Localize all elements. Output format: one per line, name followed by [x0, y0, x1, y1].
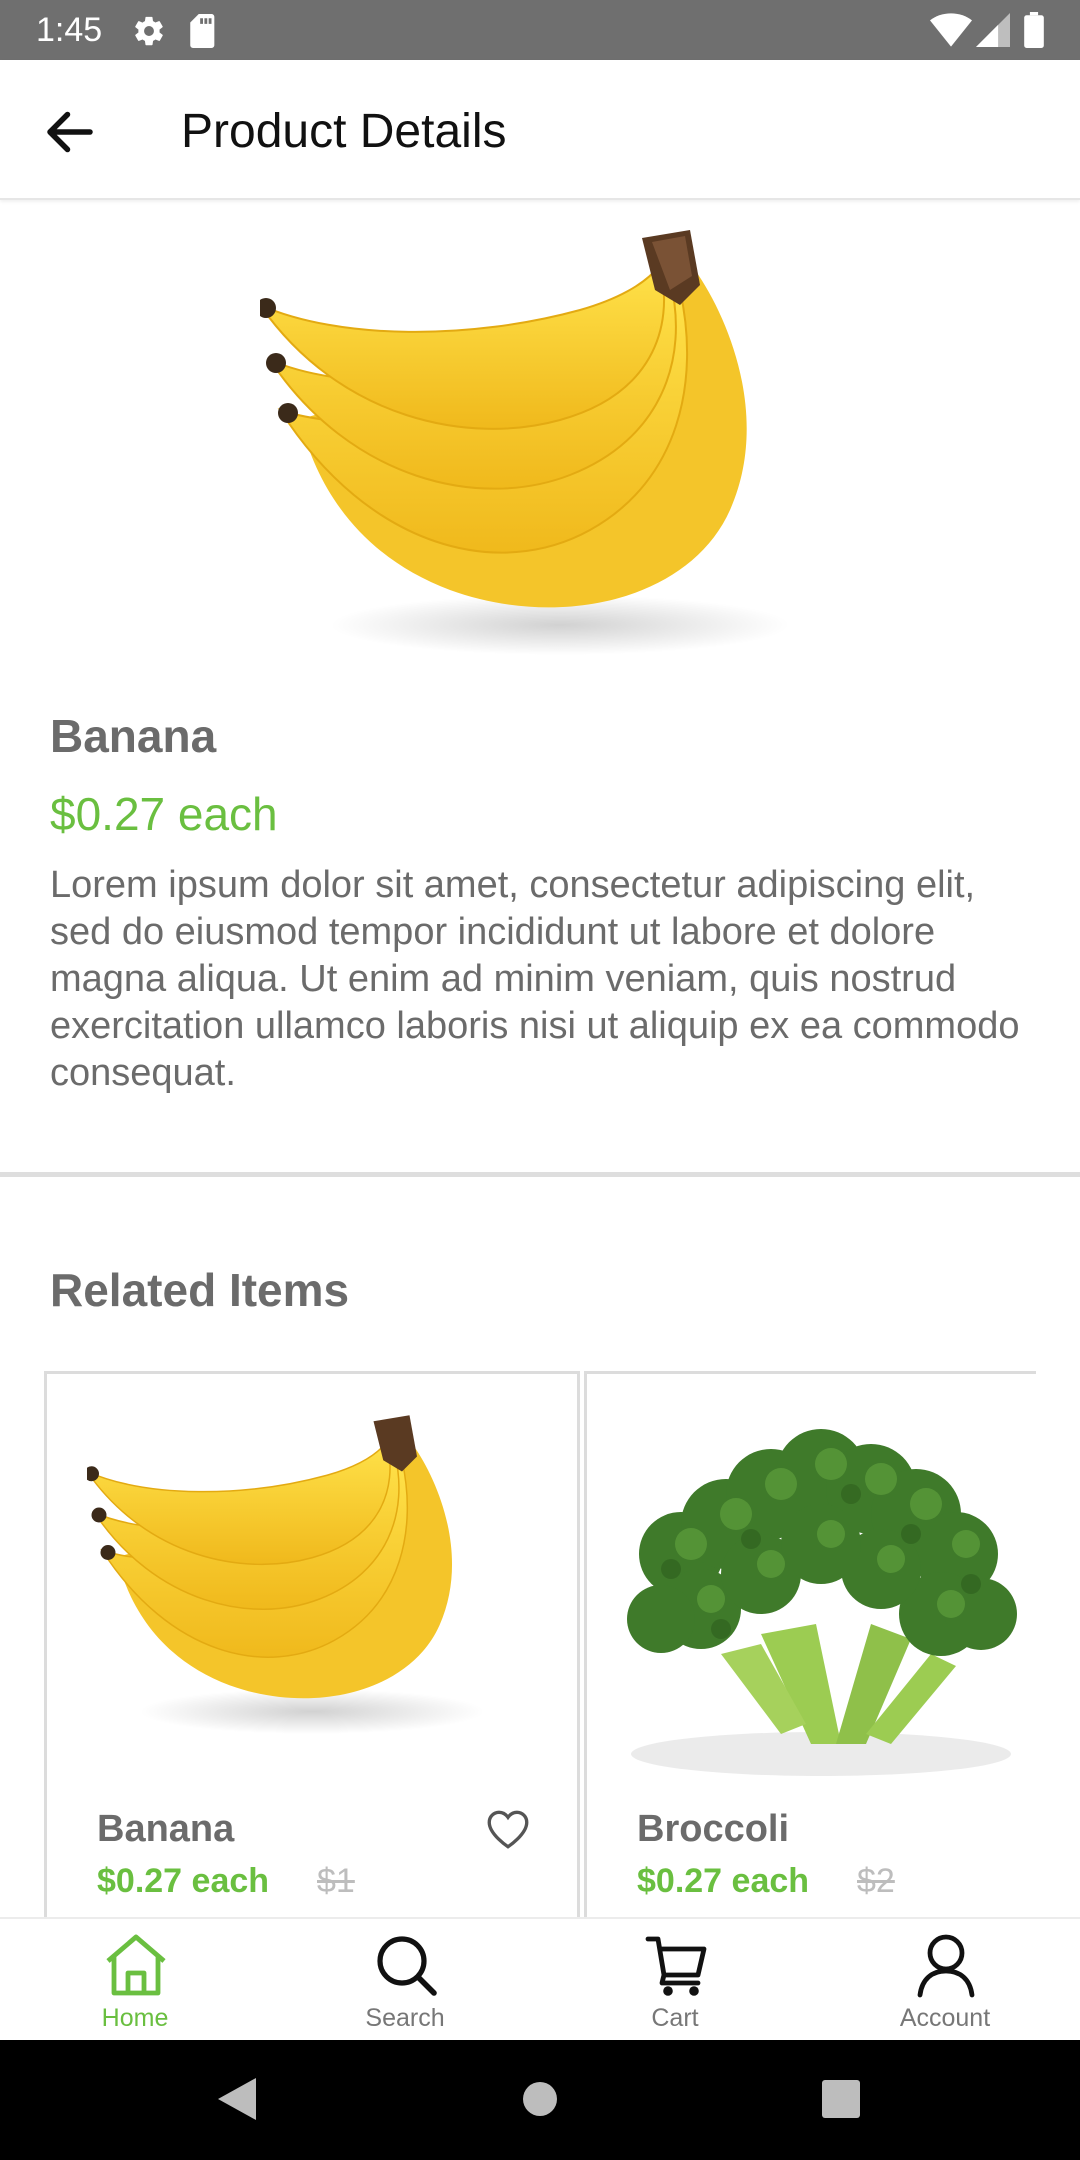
- system-back-button[interactable]: [218, 2078, 256, 2125]
- signal-icon: [976, 12, 1010, 53]
- bottom-navigation: Home Search Cart Account: [0, 1917, 1080, 2040]
- product-description: Lorem ipsum dolor sit amet, consectetur …: [50, 864, 1020, 1094]
- product-card-name: Banana: [97, 1808, 235, 1850]
- product-card-broccoli[interactable]: Broccoli $0.27 each $2: [584, 1371, 1036, 1917]
- product-image: [256, 230, 820, 680]
- status-time: 1:45: [36, 11, 103, 49]
- favorite-button[interactable]: [483, 1804, 533, 1854]
- home-icon: [104, 1931, 168, 1999]
- related-items-title: Related Items: [50, 1264, 350, 1316]
- product-card-name: Broccoli: [637, 1808, 790, 1850]
- nav-item-cart[interactable]: Cart: [540, 1919, 810, 2042]
- product-card-price: $0.27 each: [637, 1862, 810, 1900]
- nav-label: Cart: [651, 2004, 699, 2032]
- product-card-image: [84, 1404, 507, 1764]
- product-name: Banana: [50, 710, 217, 762]
- nav-label: Search: [365, 2004, 445, 2032]
- section-divider: [0, 1172, 1080, 1177]
- status-bar: 1:45: [0, 0, 1080, 60]
- arrow-back-icon: [40, 111, 100, 166]
- product-price: $0.27 each: [50, 788, 278, 840]
- settings-icon: [132, 14, 166, 53]
- product-card-old-price: $1: [317, 1862, 355, 1900]
- nav-label: Home: [101, 2004, 169, 2032]
- related-items-carousel[interactable]: Banana $0.27 each $1 Broccoli $0.27 each…: [44, 1371, 1036, 1917]
- account-icon: [914, 1931, 978, 1999]
- product-card-banana[interactable]: Banana $0.27 each $1: [44, 1371, 580, 1917]
- heart-outline-icon: [483, 1810, 533, 1858]
- wifi-icon: [930, 12, 972, 53]
- system-recents-button[interactable]: [822, 2078, 860, 2125]
- page-title: Product Details: [181, 105, 507, 158]
- nav-label: Account: [899, 2004, 991, 2032]
- system-navigation-bar: [0, 2040, 1080, 2160]
- cart-icon: [644, 1931, 708, 1999]
- nav-item-search[interactable]: Search: [270, 1919, 540, 2042]
- system-home-button[interactable]: [522, 2078, 558, 2125]
- product-card-image: [611, 1404, 1031, 1776]
- back-button[interactable]: [40, 102, 100, 162]
- battery-icon: [1024, 12, 1044, 53]
- search-icon: [374, 1931, 438, 1999]
- nav-item-home[interactable]: Home: [0, 1919, 270, 2042]
- sd-card-icon: [188, 14, 218, 53]
- product-card-price: $0.27 each: [97, 1862, 270, 1900]
- product-card-old-price: $2: [857, 1862, 895, 1900]
- app-bar: Product Details: [0, 60, 1080, 200]
- nav-item-account[interactable]: Account: [810, 1919, 1080, 2042]
